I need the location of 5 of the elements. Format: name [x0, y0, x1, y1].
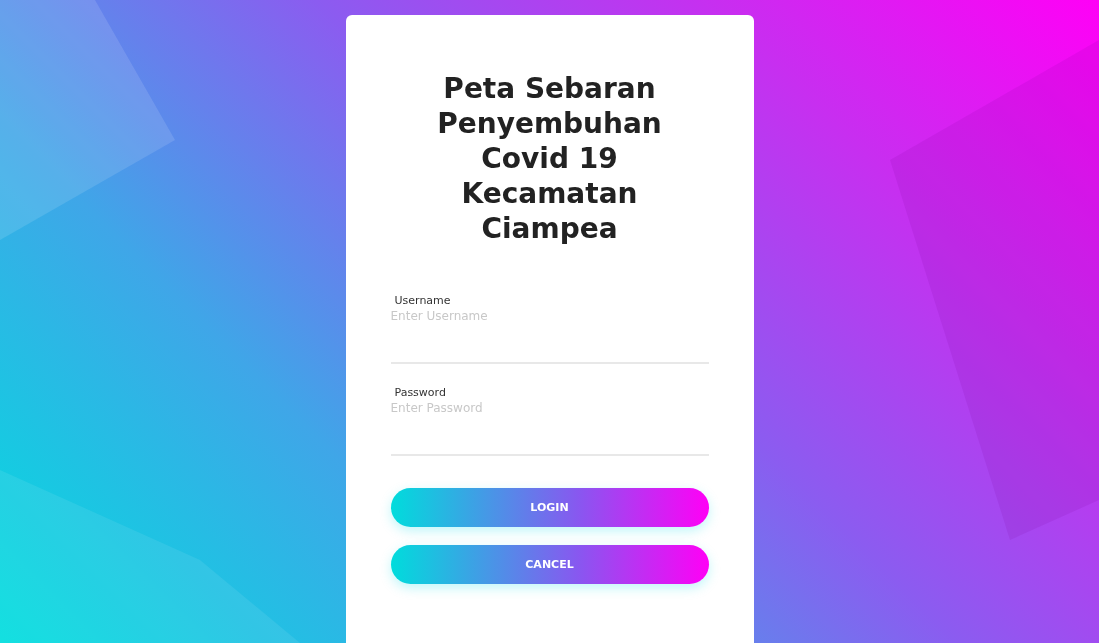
login-button[interactable]: LOGIN: [390, 488, 709, 527]
field-label: Password: [393, 386, 447, 399]
cancel-button[interactable]: CANCEL: [390, 545, 709, 584]
field-label: Username: [393, 294, 452, 307]
page-title: Peta Sebaran Penyembuhan Covid 19 Kecamatan Ciampea: [436, 71, 663, 246]
